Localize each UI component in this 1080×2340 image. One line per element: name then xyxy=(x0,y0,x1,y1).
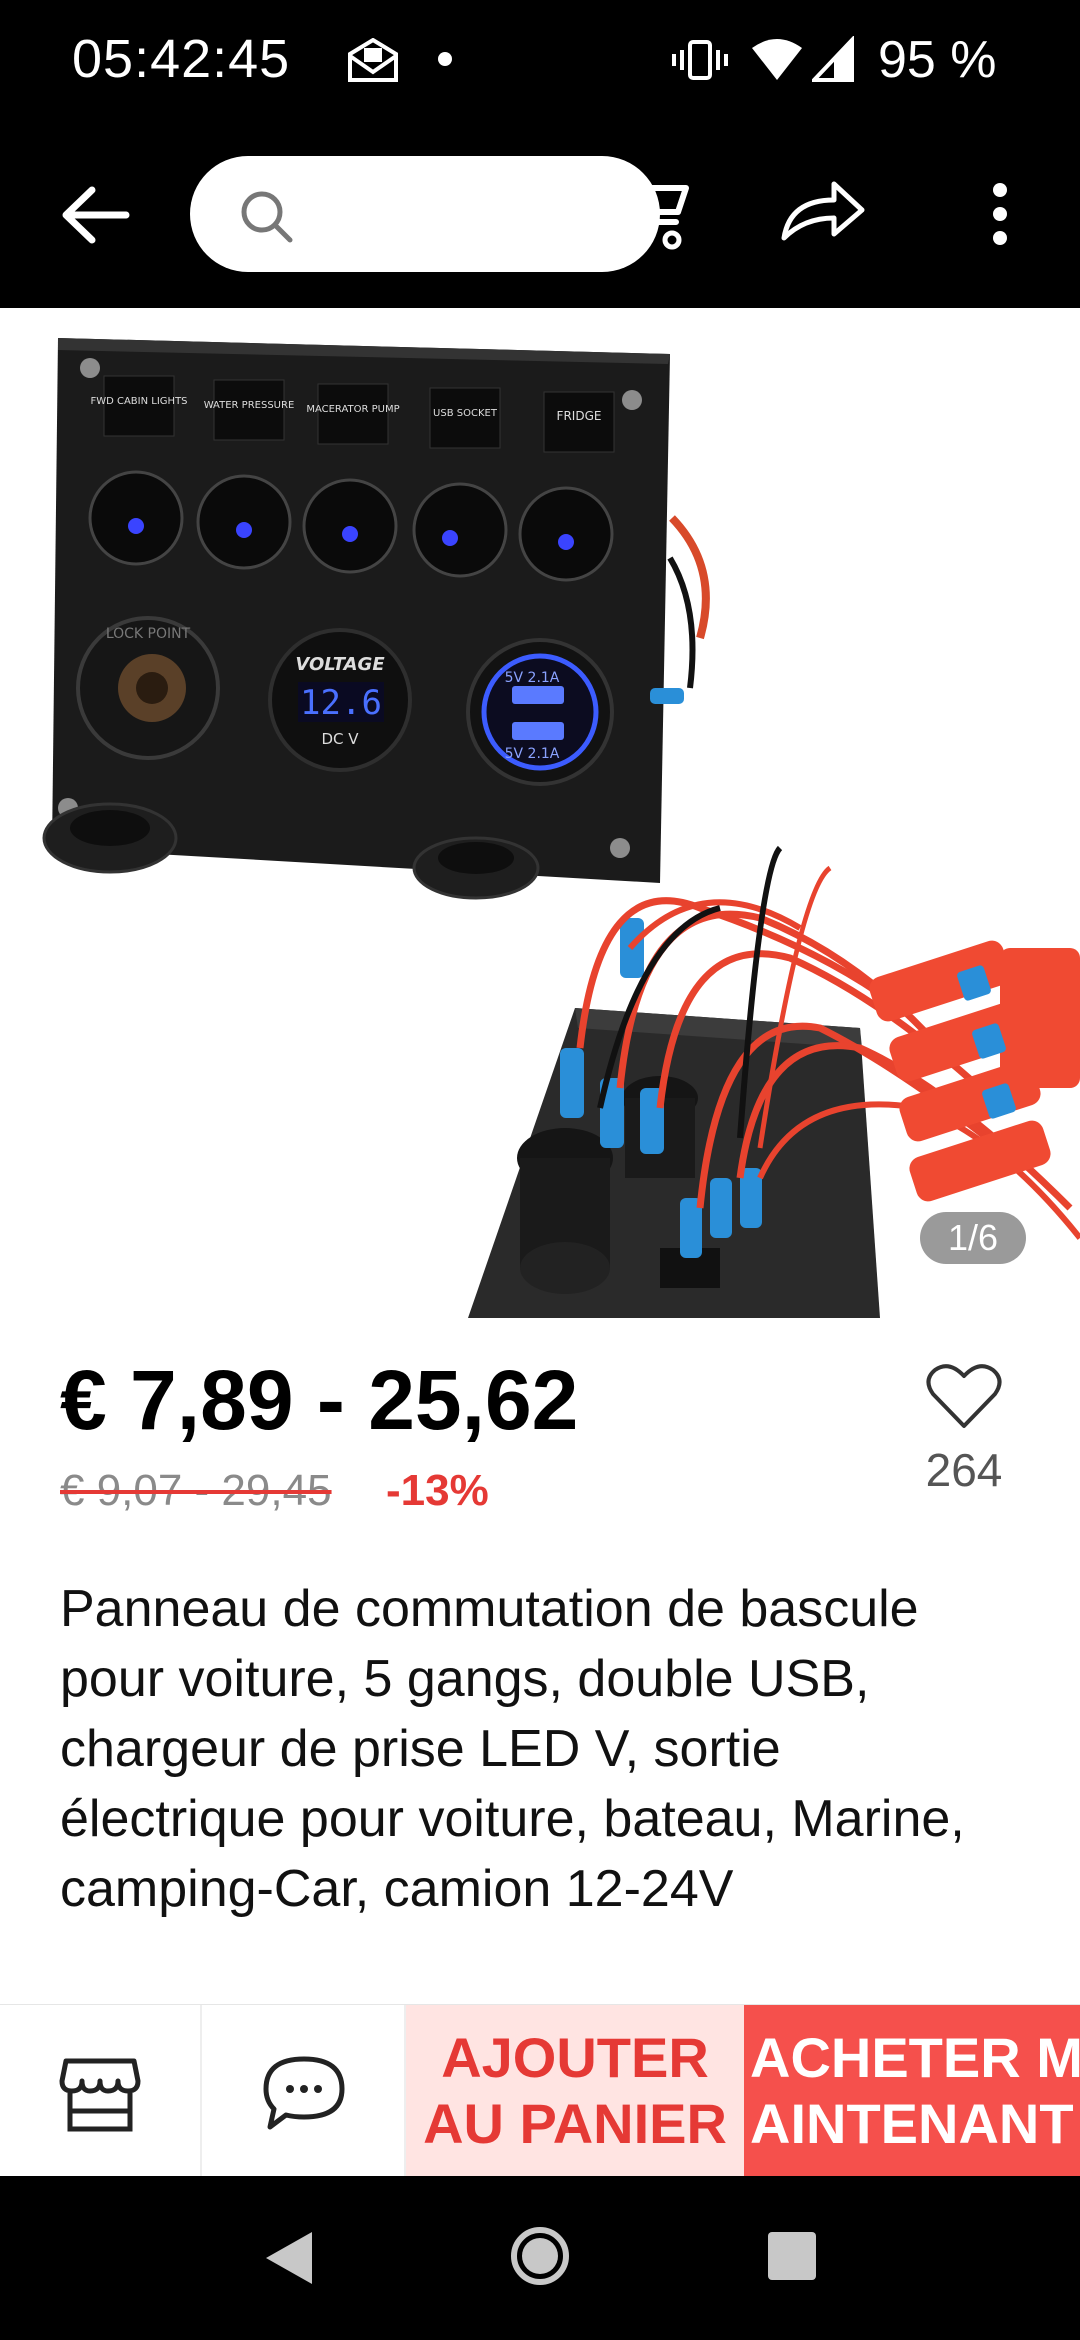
chat-button[interactable] xyxy=(202,2005,406,2177)
wifi-icon xyxy=(752,39,802,80)
panel-label-4: USB SOCKET xyxy=(433,408,498,419)
heart-icon xyxy=(926,1364,1002,1428)
product-photo: FWD CABIN LIGHTS WATER PRESSURE MACERATO… xyxy=(42,338,1080,1318)
mail-notification-icon xyxy=(348,38,398,82)
product-image-gallery[interactable]: FWD CABIN LIGHTS WATER PRESSURE MACERATO… xyxy=(0,308,1080,1318)
wishlist-count: 264 xyxy=(925,1444,1003,1496)
vibrate-icon xyxy=(672,40,728,80)
more-options-icon[interactable] xyxy=(990,182,1010,246)
back-arrow-icon[interactable] xyxy=(56,180,136,250)
usb-label-bottom: 5V 2.1A xyxy=(505,746,560,762)
usb-label-top: 5V 2.1A xyxy=(505,670,560,686)
original-price: € 9,07 - 29,45 xyxy=(60,1466,332,1515)
add-to-cart-label-line1: AJOUTER xyxy=(441,2026,709,2089)
store-button[interactable] xyxy=(0,2005,202,2177)
buy-now-button[interactable]: ACHETER M AINTENANT xyxy=(744,2005,1080,2177)
price: € 7,89 - 25,62 xyxy=(60,1353,579,1447)
voltmeter-reading: 12.6 xyxy=(300,683,382,723)
store-icon xyxy=(59,2058,141,2132)
product-title: Panneau de commutation de bascule pour v… xyxy=(60,1580,965,1918)
cart-icon[interactable] xyxy=(606,166,692,252)
image-counter: 1/6 xyxy=(920,1212,1026,1264)
signal-icon xyxy=(812,36,854,82)
system-recent-apps-icon[interactable] xyxy=(766,2230,818,2282)
search-input[interactable] xyxy=(190,156,660,272)
notification-dot-icon xyxy=(438,52,452,66)
search-icon xyxy=(241,191,293,243)
add-to-cart-label-line2: AU PANIER xyxy=(423,2092,727,2155)
buy-now-label-line1: ACHETER M xyxy=(750,2026,1080,2089)
discount-badge: -13% xyxy=(386,1466,489,1515)
top-nav xyxy=(0,120,1080,308)
switch-panel-image: FWD CABIN LIGHTS WATER PRESSURE MACERATO… xyxy=(42,338,710,900)
buy-now-label-line2: AINTENANT xyxy=(750,2092,1074,2155)
system-nav-bar xyxy=(0,2176,1080,2340)
add-to-cart-button[interactable]: AJOUTER AU PANIER xyxy=(406,2005,744,2177)
system-home-icon[interactable] xyxy=(508,2224,572,2288)
panel-label-1: FWD CABIN LIGHTS xyxy=(90,396,187,407)
wishlist-button[interactable]: 264 xyxy=(914,1360,1014,1510)
share-icon[interactable] xyxy=(780,180,866,242)
chat-icon xyxy=(263,2056,345,2130)
panel-label-3: MACERATOR PUMP xyxy=(306,404,399,415)
voltmeter-units: DC V xyxy=(321,730,359,748)
battery-level: 95 % xyxy=(878,31,997,89)
voltmeter-title: VOLTAGE xyxy=(295,654,385,675)
socket-lock-label: LOCK POINT xyxy=(106,626,191,642)
panel-label-2: WATER PRESSURE xyxy=(204,400,295,411)
bottom-action-bar: AJOUTER AU PANIER ACHETER M AINTENANT xyxy=(0,2004,1080,2177)
status-bar: 05:42:45 95 % xyxy=(0,0,1080,120)
status-time: 05:42:45 xyxy=(72,29,291,89)
system-back-icon[interactable] xyxy=(262,2228,316,2288)
panel-label-5: FRIDGE xyxy=(557,409,602,423)
